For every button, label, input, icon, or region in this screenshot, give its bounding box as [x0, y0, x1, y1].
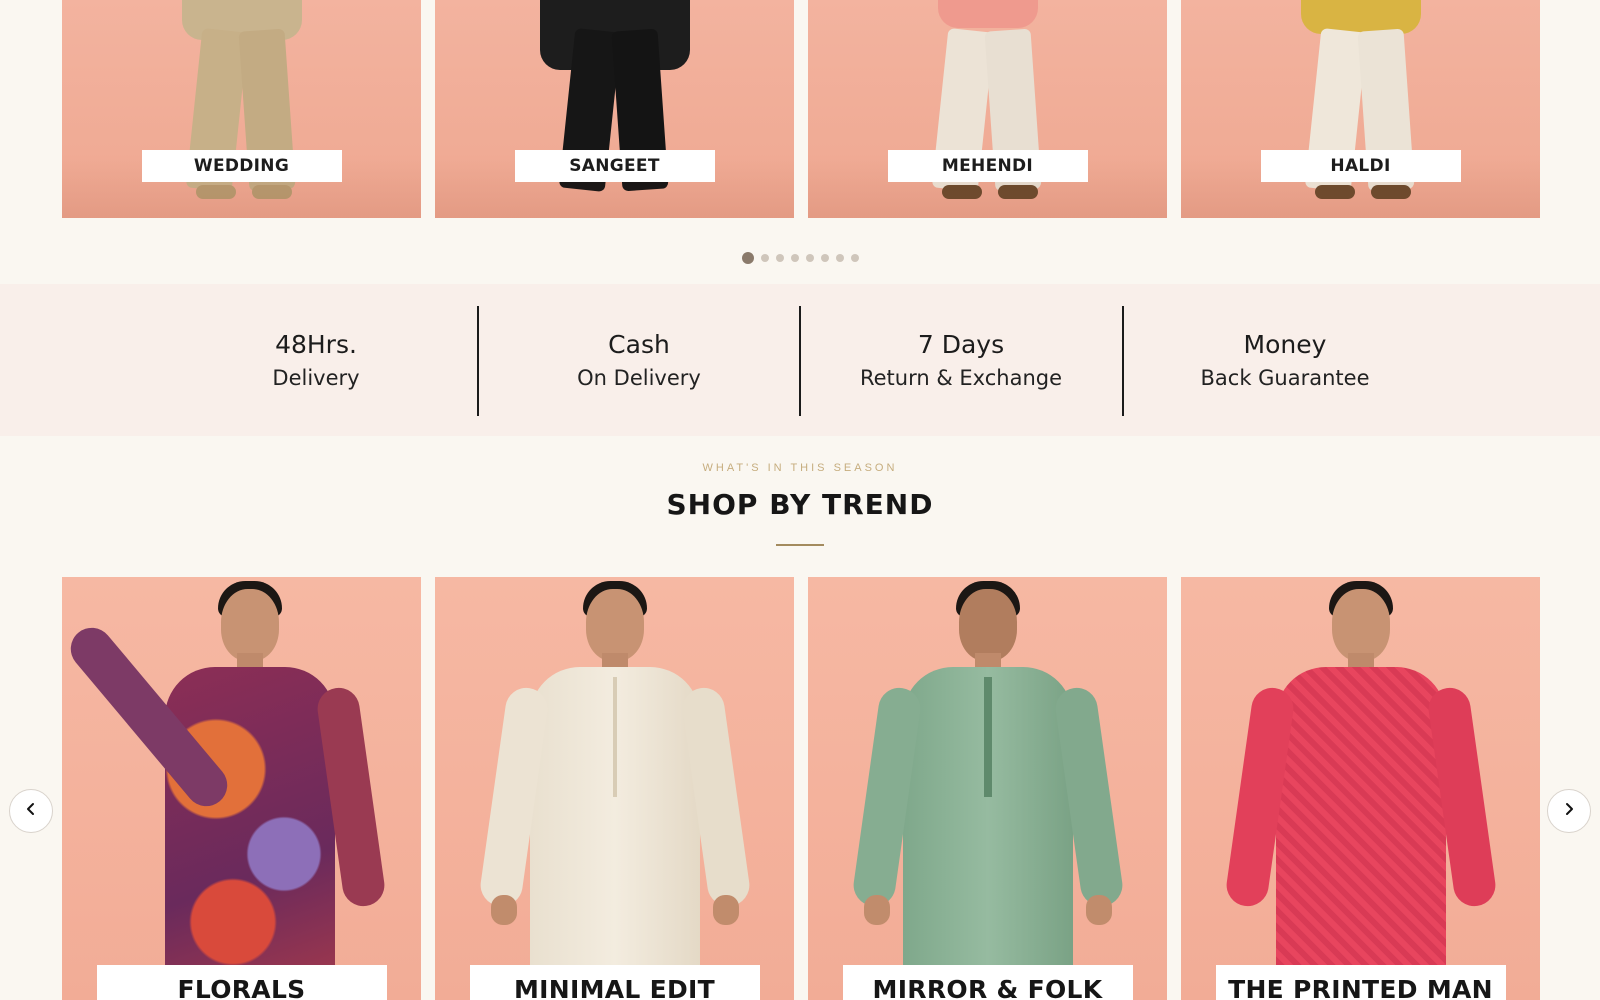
chevron-right-icon: [1562, 802, 1576, 821]
section-title: SHOP BY TREND: [666, 488, 934, 521]
feature-returns: 7 Days Return & Exchange: [800, 306, 1122, 416]
feature-title: 7 Days: [917, 330, 1005, 359]
carousel-dot[interactable]: [850, 254, 859, 262]
trend-carousel: FLORALS MINIMAL EDIT MIRROR & FOLK THE P…: [62, 577, 1540, 1000]
section-eyebrow: WHAT'S IN THIS SEASON: [702, 462, 898, 474]
model-image: [850, 577, 1125, 1000]
carousel-prev-button[interactable]: [9, 789, 53, 833]
occasion-card-mehendi[interactable]: MEHENDI: [808, 0, 1167, 218]
feature-guarantee: Money Back Guarantee: [1123, 306, 1447, 416]
occasion-label: WEDDING: [141, 150, 342, 182]
occasion-card-wedding[interactable]: WEDDING: [62, 0, 421, 218]
carousel-next-button[interactable]: [1547, 789, 1591, 833]
occasion-label: SANGEET: [514, 150, 715, 182]
feature-subtitle: Back Guarantee: [1200, 366, 1370, 390]
carousel-dot[interactable]: [790, 254, 799, 262]
chevron-left-icon: [24, 802, 38, 821]
occasion-carousel: WEDDING SANGEET MEHENDI HALDI: [62, 0, 1540, 218]
occasion-label: MEHENDI: [887, 150, 1088, 182]
feature-title: Cash: [608, 330, 670, 359]
feature-title: 48Hrs.: [275, 330, 357, 359]
model-image: [477, 577, 752, 1000]
feature-delivery: 48Hrs. Delivery: [154, 306, 478, 416]
carousel-dots: [0, 252, 1600, 264]
carousel-dot[interactable]: [760, 254, 769, 262]
trend-card-printed-man[interactable]: THE PRINTED MAN: [1181, 577, 1540, 1000]
feature-cod: Cash On Delivery: [478, 306, 800, 416]
trend-card-mirror-folk[interactable]: MIRROR & FOLK: [808, 577, 1167, 1000]
trend-card-florals[interactable]: FLORALS: [62, 577, 421, 1000]
model-image: [1223, 577, 1498, 1000]
feature-title: Money: [1243, 330, 1327, 359]
features-strip: 48Hrs. Delivery Cash On Delivery 7 Days …: [0, 284, 1600, 436]
carousel-dot[interactable]: [820, 254, 829, 262]
feature-subtitle: Delivery: [272, 366, 360, 390]
trend-label: FLORALS: [96, 965, 387, 1000]
feature-subtitle: On Delivery: [577, 366, 701, 390]
carousel-dot[interactable]: [835, 254, 844, 262]
carousel-dot[interactable]: [805, 254, 814, 262]
occasion-label: HALDI: [1260, 150, 1461, 182]
trend-card-minimal-edit[interactable]: MINIMAL EDIT: [435, 577, 794, 1000]
carousel-dot[interactable]: [741, 252, 754, 264]
occasion-card-haldi[interactable]: HALDI: [1181, 0, 1540, 218]
occasion-card-sangeet[interactable]: SANGEET: [435, 0, 794, 218]
feature-subtitle: Return & Exchange: [859, 366, 1063, 390]
trend-label: MINIMAL EDIT: [469, 965, 760, 1000]
title-underline: [776, 544, 824, 546]
model-image: [62, 577, 387, 1000]
trend-label: MIRROR & FOLK: [842, 965, 1133, 1000]
trend-label: THE PRINTED MAN: [1215, 965, 1506, 1000]
carousel-dot[interactable]: [775, 254, 784, 262]
